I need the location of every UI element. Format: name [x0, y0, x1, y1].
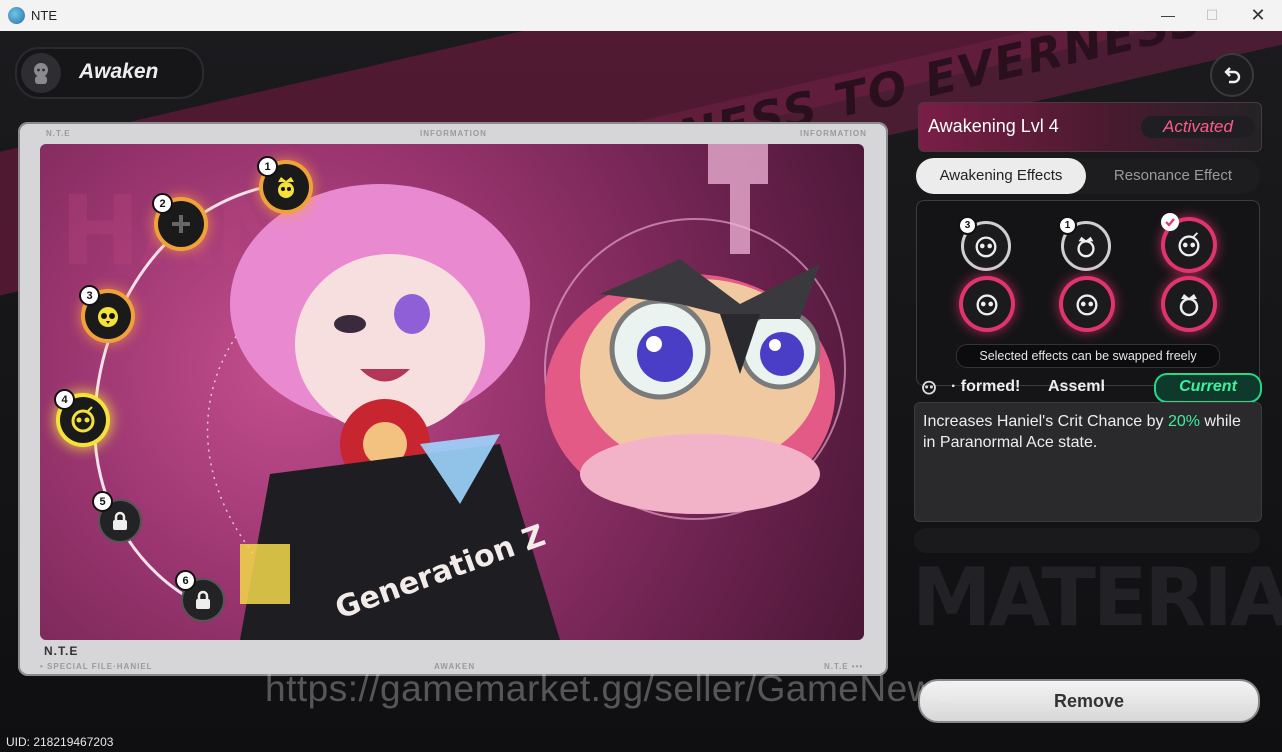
effect-name-part2: Assembl	[1048, 378, 1104, 395]
tab-awakening-effects[interactable]: Awakening Effects	[916, 158, 1086, 194]
node-number: 2	[152, 193, 173, 214]
game-viewport: NEVERNESS TO EVERNESS MATERIALS Awaken N…	[0, 31, 1282, 752]
owl-face-icon	[975, 236, 997, 258]
character-silhouette-icon	[21, 53, 61, 93]
watermark-text: https://gamemarket.gg/seller/GameNews	[265, 668, 954, 709]
awaken-header: Awaken	[15, 47, 204, 99]
bomb-owl-icon	[922, 380, 936, 395]
node-number: 4	[54, 389, 75, 410]
node-number: 6	[175, 570, 196, 591]
node-number: 1	[257, 156, 278, 177]
awakening-node-3[interactable]: 3	[79, 285, 131, 339]
effect-slot-bottom-1[interactable]	[963, 280, 1011, 328]
crowned-owl-icon	[278, 177, 294, 198]
awakening-node-2[interactable]: 2	[152, 193, 204, 247]
window-titlebar: NTE — ☐ ✕	[0, 0, 1282, 32]
app-logo-icon	[8, 7, 25, 24]
effects-tab-bar: Awakening Effects Resonance Effect	[914, 158, 1260, 194]
lock-icon	[196, 590, 210, 609]
selected-check-icon	[1161, 213, 1179, 231]
bomb-owl-icon	[1178, 232, 1200, 257]
lock-icon	[113, 511, 127, 530]
character-artwork: HANIEL Generation Z 1 2 3 4 5 6	[40, 144, 864, 640]
owl-mascot	[544, 144, 846, 520]
crowned-owl-icon	[1179, 294, 1199, 317]
node-number: 3	[79, 285, 100, 306]
character-haniel: Generation Z	[230, 184, 560, 640]
character-card: N.T.E INFORMATION INFORMATION N.T.E • SP…	[18, 122, 888, 676]
effect-description: Increases Haniel's Crit Chance by 20% wh…	[923, 411, 1253, 453]
effect-badge: 1	[1058, 216, 1077, 235]
materials-bar	[914, 528, 1260, 553]
bomb-owl-icon	[976, 294, 998, 316]
effect-slot-top-2[interactable]: 1	[1058, 216, 1111, 271]
effect-slot-bottom-2[interactable]	[1063, 280, 1111, 328]
card-corner-right-top: INFORMATION	[800, 129, 867, 138]
awakening-node-4[interactable]: 4	[54, 389, 106, 443]
close-button[interactable]: ✕	[1238, 4, 1278, 26]
swap-tooltip: Selected effects can be swapped freely	[956, 344, 1220, 368]
awakening-node-5[interactable]: 5	[92, 491, 140, 541]
uid-label: UID: 218219467203	[6, 735, 114, 749]
remove-button[interactable]: Remove	[918, 679, 1260, 723]
card-corner-left-top: N.T.E	[46, 129, 71, 138]
effect-slot-top-1[interactable]: 3	[958, 216, 1011, 271]
tab-resonance-effect[interactable]: Resonance Effect	[1088, 158, 1258, 194]
maximize-button[interactable]: ☐	[1192, 4, 1232, 26]
awakening-node-6[interactable]: 6	[175, 570, 223, 620]
plus-icon	[172, 215, 190, 233]
effect-name-part1: · formed!	[951, 378, 1021, 395]
minimize-button[interactable]: —	[1148, 4, 1188, 26]
activated-status-badge: Activated	[1141, 116, 1255, 138]
current-effect-row: · formed! Assembl Current	[916, 373, 1262, 403]
effect-slot-top-3-selected[interactable]	[1161, 213, 1213, 269]
description-value: 20%	[1167, 413, 1200, 430]
effect-slot-bottom-3[interactable]	[1165, 280, 1213, 328]
effect-badge: 3	[958, 216, 977, 235]
current-badge: Current	[1154, 373, 1262, 403]
undo-arrow-icon	[1224, 67, 1241, 84]
window-title: NTE	[31, 8, 57, 23]
bomb-owl-icon	[71, 406, 95, 433]
bomb-owl-icon	[1076, 294, 1098, 316]
effect-description-box: Increases Haniel's Crit Chance by 20% wh…	[914, 402, 1262, 522]
back-button[interactable]	[1210, 53, 1254, 97]
description-prefix: Increases Haniel's Crit Chance by	[923, 413, 1168, 430]
awakening-level-title: Awakening Lvl 4	[928, 116, 1059, 136]
node-number: 5	[92, 491, 113, 512]
page-title: Awaken	[79, 60, 159, 83]
awakening-node-1[interactable]: 1	[257, 156, 309, 210]
card-corner-center-top: INFORMATION	[420, 129, 487, 138]
card-bottom-left: • SPECIAL FILE·HANIEL	[40, 662, 153, 671]
crowned-owl-icon	[1077, 236, 1095, 258]
background-materials-text: MATERIALS	[912, 551, 1282, 644]
awakening-level-bar: Awakening Lvl 4 Activated	[918, 102, 1262, 152]
owl-face-icon	[98, 307, 118, 327]
card-brand: N.T.E	[44, 644, 79, 658]
